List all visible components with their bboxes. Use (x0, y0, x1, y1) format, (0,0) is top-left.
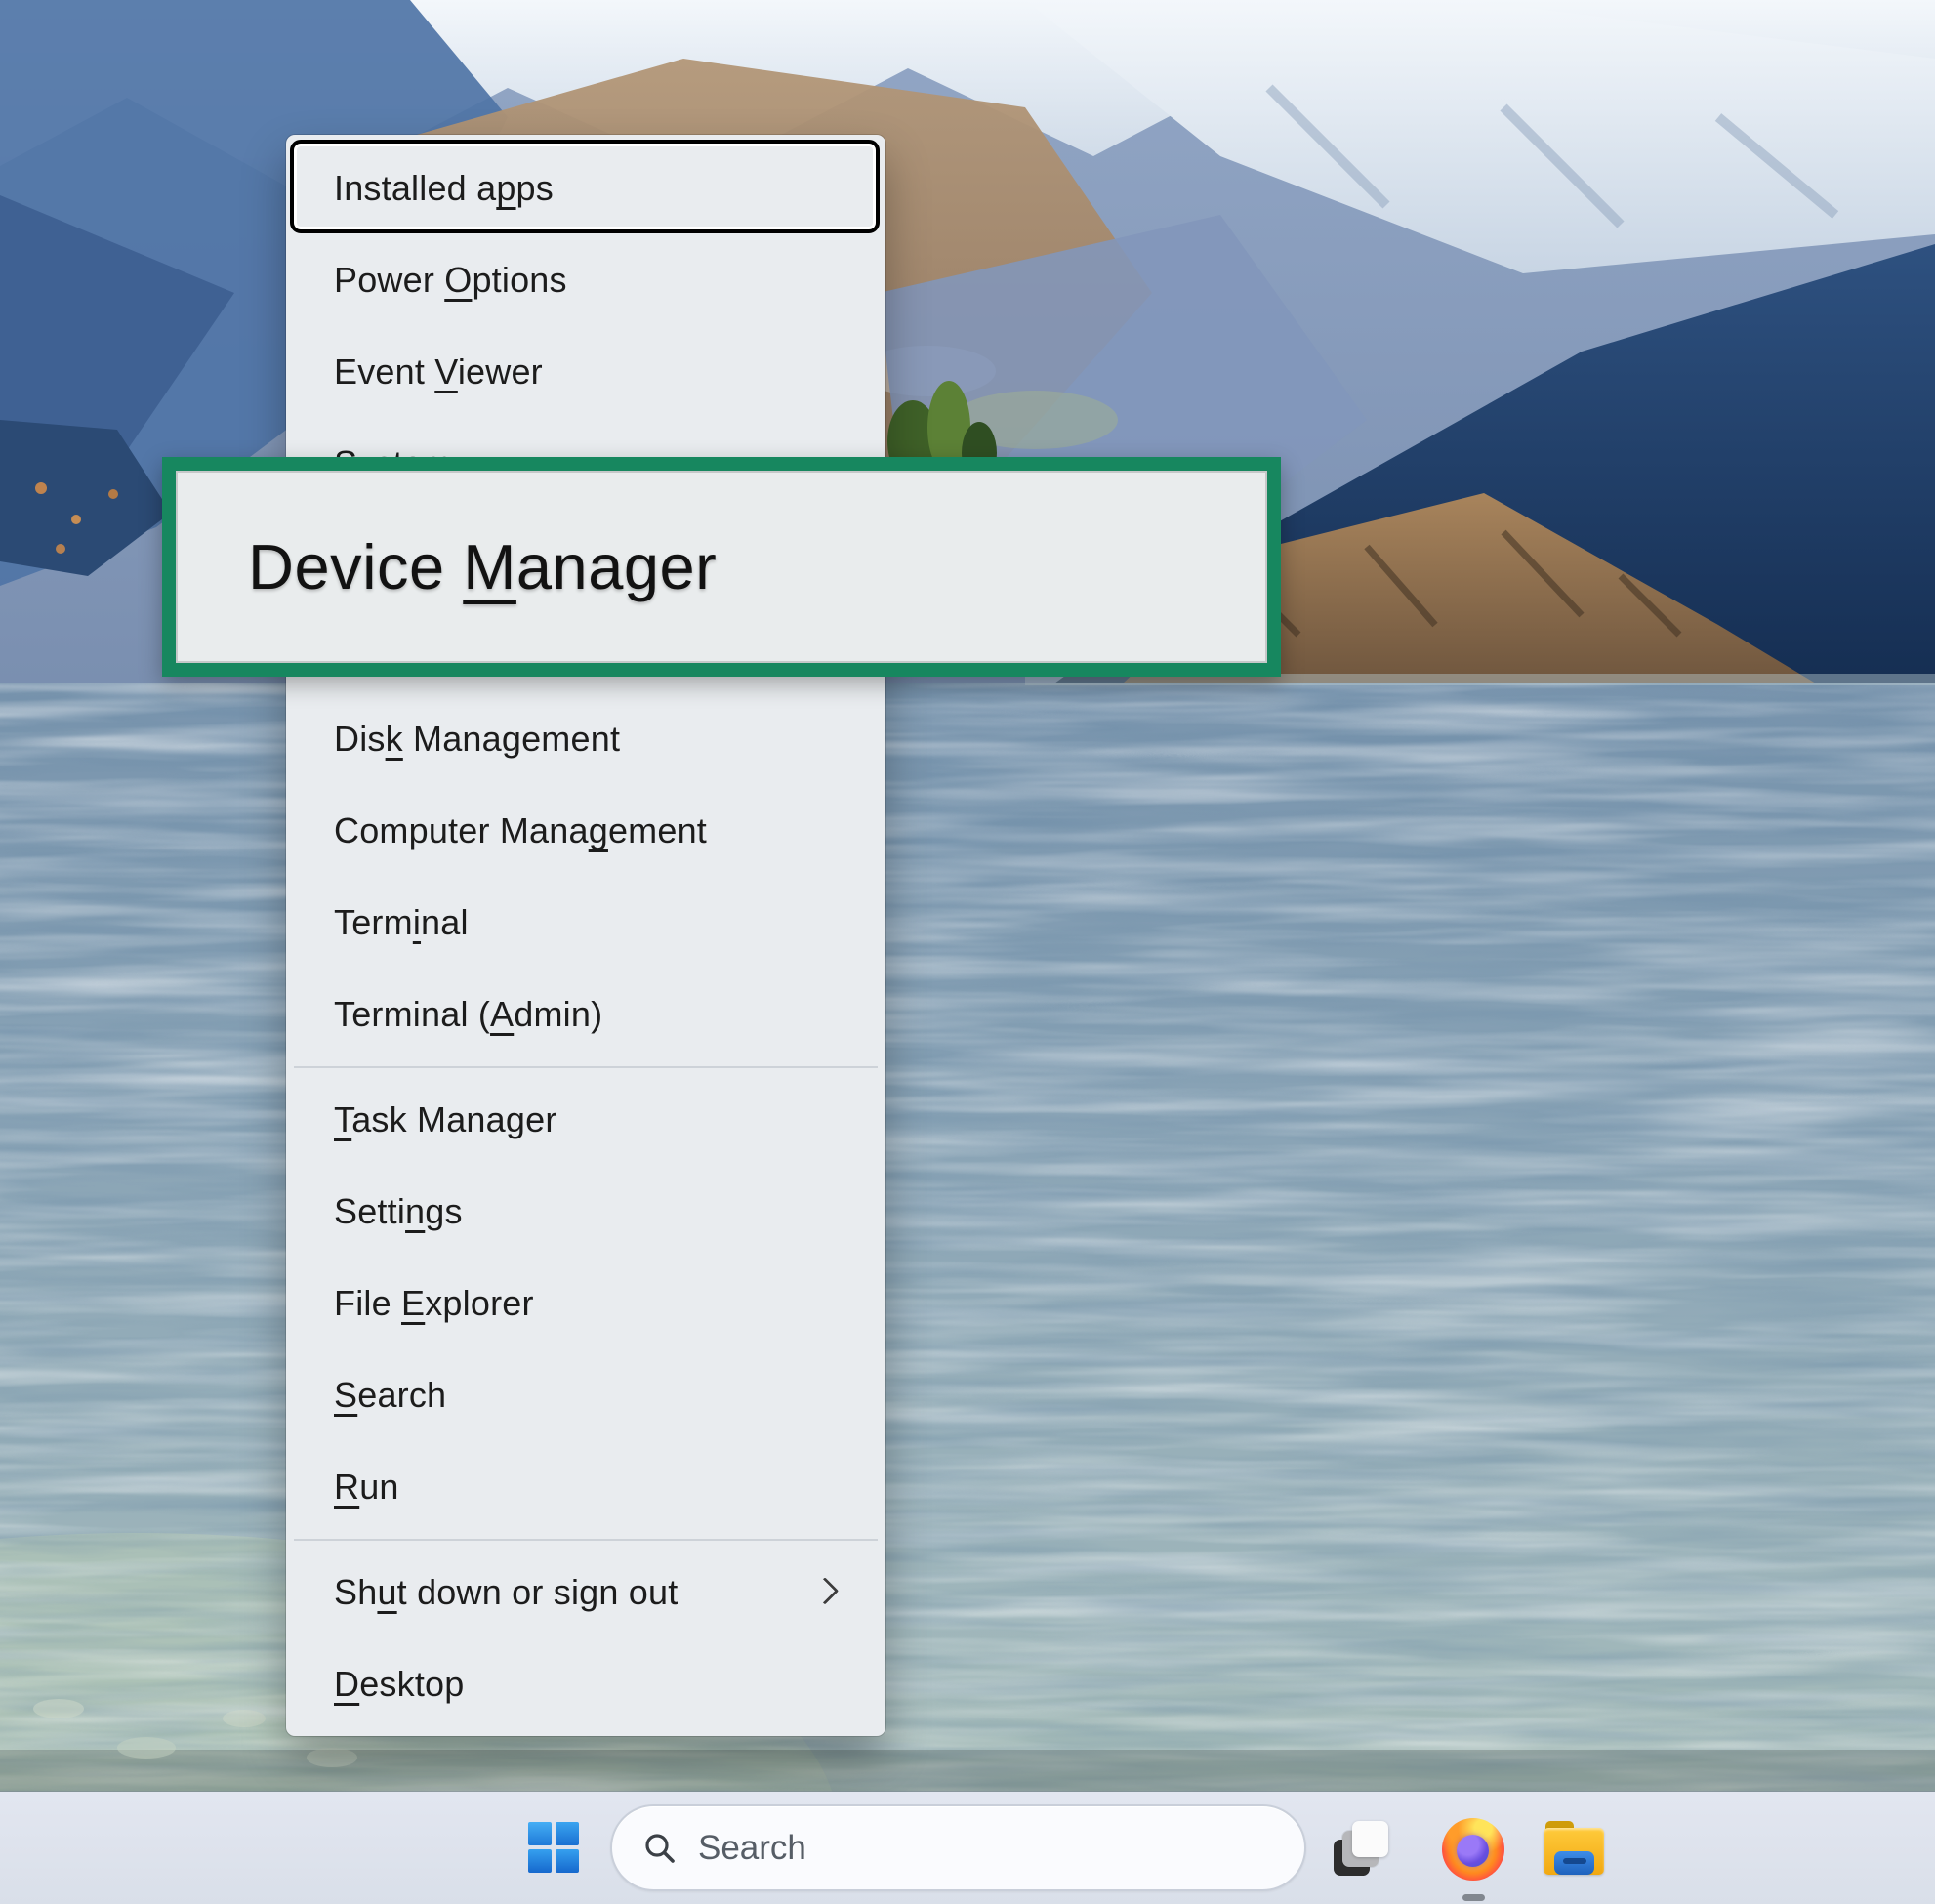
search-icon (643, 1832, 677, 1865)
menu-item-computer-management[interactable]: Computer Management (286, 785, 885, 877)
device-manager-label: Device Manager (176, 530, 717, 603)
menu-item-label: Computer Management (334, 810, 707, 851)
menu-item-label: Desktop (334, 1664, 464, 1705)
menu-item-event-viewer[interactable]: Event Viewer (286, 326, 885, 418)
menu-item-shut-down-or-sign-out[interactable]: Shut down or sign out (286, 1547, 885, 1638)
menu-item-terminal[interactable]: Terminal (286, 877, 885, 969)
menu-item-installed-apps[interactable]: Installed apps (286, 143, 885, 234)
start-button[interactable] (528, 1822, 579, 1873)
submenu-chevron-icon (811, 1577, 839, 1604)
menu-separator (286, 1060, 885, 1074)
menu-item-power-options[interactable]: Power Options (286, 234, 885, 326)
menu-item-label: Disk Management (334, 719, 620, 760)
firefox-button[interactable] (1442, 1818, 1504, 1881)
menu-item-label: Search (334, 1375, 446, 1416)
taskbar-search-box[interactable]: Search (610, 1804, 1306, 1891)
menu-item-label: Installed apps (334, 168, 554, 209)
menu-item-settings[interactable]: Settings (286, 1166, 885, 1258)
firefox-globe (1457, 1835, 1489, 1867)
menu-item-label: Terminal (334, 902, 469, 943)
file-explorer-button[interactable] (1544, 1820, 1606, 1877)
menu-item-label: Task Manager (334, 1099, 557, 1140)
menu-item-file-explorer[interactable]: File Explorer (286, 1258, 885, 1349)
menu-item-label: Settings (334, 1191, 463, 1232)
windows-logo-icon (528, 1822, 579, 1873)
task-view-button[interactable] (1334, 1820, 1390, 1877)
app-running-indicator (1462, 1894, 1485, 1901)
device-manager-zoom-callout[interactable]: Device Manager (162, 457, 1281, 677)
menu-item-label: Event Viewer (334, 352, 543, 393)
menu-item-terminal-admin[interactable]: Terminal (Admin) (286, 969, 885, 1060)
menu-item-run[interactable]: Run (286, 1441, 885, 1533)
menu-item-label: Shut down or sign out (334, 1572, 678, 1613)
menu-item-label: File Explorer (334, 1283, 534, 1324)
menu-item-disk-management[interactable]: Disk Management (286, 693, 885, 785)
menu-separator (286, 1533, 885, 1547)
menu-item-label: Terminal (Admin) (334, 994, 602, 1035)
search-label: Search (698, 1829, 806, 1868)
firefox-icon (1442, 1818, 1504, 1881)
menu-item-task-manager[interactable]: Task Manager (286, 1074, 885, 1166)
folder-icon (1544, 1821, 1606, 1876)
menu-item-desktop[interactable]: Desktop (286, 1638, 885, 1730)
menu-item-label: Power Options (334, 260, 567, 301)
desktop: Installed apps Power Options Event Viewer S… (0, 0, 1935, 1904)
winx-menu: Installed apps Power Options Event Viewer S… (286, 135, 885, 1736)
task-view-icon (1334, 1821, 1388, 1876)
taskbar: Search (0, 1792, 1935, 1904)
menu-item-label: Run (334, 1467, 399, 1508)
menu-item-search[interactable]: Search (286, 1349, 885, 1441)
